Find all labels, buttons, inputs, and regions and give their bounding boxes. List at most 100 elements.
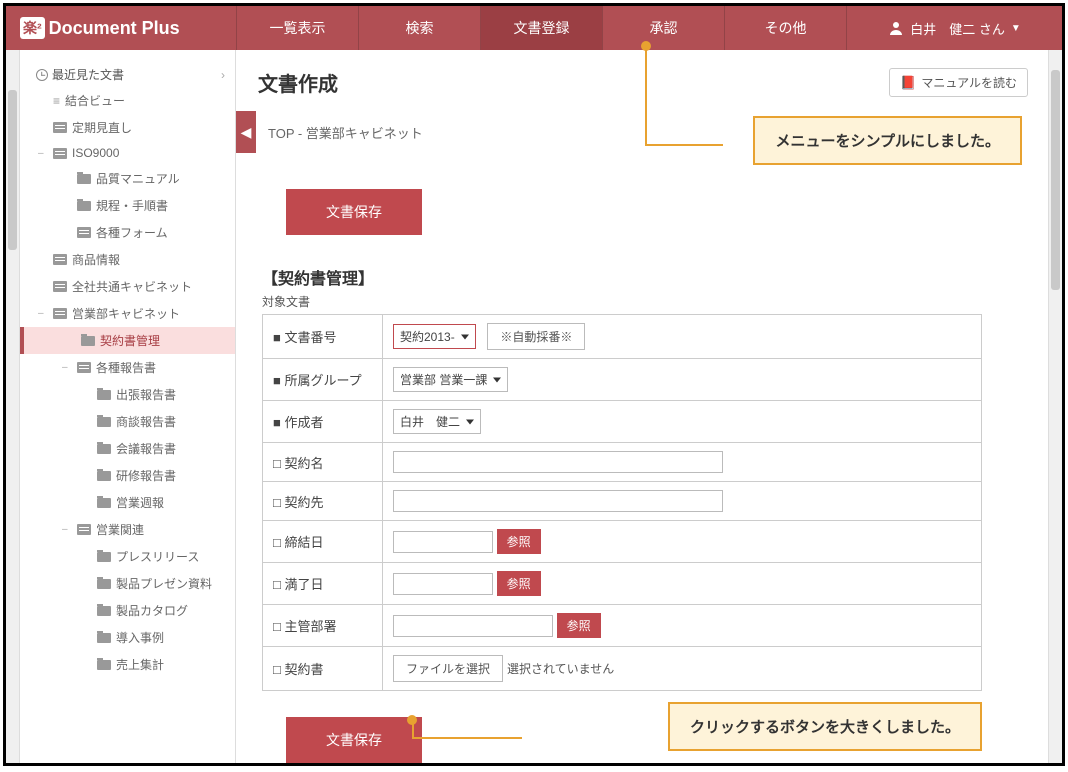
nav-item[interactable]: 承認 (602, 6, 724, 50)
cabinet-icon (77, 524, 91, 535)
tree-item-label: 営業部キャビネット (72, 305, 180, 322)
collapse-sidebar-handle[interactable]: ◀ (236, 111, 256, 153)
read-manual-button[interactable]: 📕 マニュアルを読む (889, 68, 1028, 97)
folder-icon (97, 552, 111, 562)
tree-item-label: 定期見直し (72, 119, 132, 136)
tree-item[interactable]: ≡結合ビュー (20, 87, 235, 114)
main-scrollbar[interactable] (1048, 50, 1062, 763)
tree-item[interactable]: 規程・手順書 (20, 192, 235, 219)
nav-item[interactable]: その他 (724, 6, 846, 50)
tree-item[interactable]: 導入事例 (20, 624, 235, 651)
folder-icon (97, 660, 111, 670)
logo: 楽² Document Plus (6, 6, 236, 50)
folder-icon (97, 633, 111, 643)
tree-item[interactable]: 全社共通キャビネット (20, 273, 235, 300)
tree-item-label: 規程・手順書 (96, 197, 168, 214)
tree-item[interactable]: 契約書管理 (20, 327, 235, 354)
dept-ref-button[interactable]: 参照 (557, 613, 601, 638)
tree-item[interactable]: – 営業部キャビネット (20, 300, 235, 327)
contract-doc-label: □ 契約書 (263, 647, 383, 691)
target-label: 対象文書 (262, 293, 1028, 310)
folder-icon (97, 471, 111, 481)
cabinet-icon (53, 148, 67, 159)
tree-item-label: 研修報告書 (116, 467, 176, 484)
tree-item-label: 売上集計 (116, 656, 164, 673)
contract-name-input[interactable] (393, 451, 723, 473)
tree-item-label: 製品プレゼン資料 (116, 575, 212, 592)
callout-pointer-line (645, 144, 723, 146)
nav-item[interactable]: 文書登録 (480, 6, 602, 50)
signed-date-ref-button[interactable]: 参照 (497, 529, 541, 554)
book-icon: 📕 (900, 75, 916, 91)
tree-item[interactable]: –ISO9000 (20, 141, 235, 165)
signed-date-input[interactable] (393, 531, 493, 553)
tree-item[interactable]: 会議報告書 (20, 435, 235, 462)
expiry-date-input[interactable] (393, 573, 493, 595)
save-document-button-bottom[interactable]: 文書保存 (286, 717, 422, 763)
expand-icon: – (62, 524, 72, 535)
doc-number-select[interactable]: 契約2013- (393, 324, 476, 349)
nav-item[interactable]: 一覧表示 (236, 6, 358, 50)
tree-item[interactable]: 研修報告書 (20, 462, 235, 489)
cabinet-icon (77, 227, 91, 238)
folder-icon (97, 417, 111, 427)
logo-text: Document Plus (49, 18, 180, 39)
file-status: 選択されていません (507, 662, 614, 676)
user-menu[interactable]: 白井 健二 さん ▼ (846, 6, 1062, 50)
logo-mark: 楽² (20, 17, 45, 39)
tree-item[interactable]: 品質マニュアル (20, 165, 235, 192)
page-title: 文書作成 (258, 68, 338, 97)
tree-item[interactable]: 商品情報 (20, 246, 235, 273)
recent-documents-link[interactable]: 最近見た文書 › (20, 62, 235, 87)
tree-item-label: 品質マニュアル (96, 170, 180, 187)
signed-date-label: □ 締結日 (263, 521, 383, 563)
tree-item[interactable]: 営業週報 (20, 489, 235, 516)
sidebar-scrollbar[interactable] (6, 50, 20, 763)
scrollbar-thumb[interactable] (1051, 70, 1060, 290)
tree-item-label: 契約書管理 (100, 332, 160, 349)
folder-icon (77, 201, 91, 211)
tree-item[interactable]: 出張報告書 (20, 381, 235, 408)
scrollbar-thumb[interactable] (8, 90, 17, 250)
folder-icon (81, 336, 95, 346)
sidebar: 最近見た文書 › ≡結合ビュー定期見直し –ISO9000 品質マニュアル規程・手順… (6, 50, 236, 763)
dept-input[interactable] (393, 615, 553, 637)
folder-icon (97, 498, 111, 508)
folder-icon (97, 444, 111, 454)
tree-item[interactable]: –営業関連 (20, 516, 235, 543)
folder-icon (97, 579, 111, 589)
list-icon: ≡ (53, 94, 60, 108)
dropdown-caret-icon: ▼ (1011, 23, 1021, 34)
doc-number-label: ■ 文書番号 (263, 315, 383, 359)
tree-item[interactable]: 定期見直し (20, 114, 235, 141)
tree-item[interactable]: 製品プレゼン資料 (20, 570, 235, 597)
tree-item-label: 商談報告書 (116, 413, 176, 430)
save-document-button[interactable]: 文書保存 (286, 189, 422, 235)
tree-item-label: プレスリリース (116, 548, 199, 565)
expiry-date-ref-button[interactable]: 参照 (497, 571, 541, 596)
contract-name-label: □ 契約名 (263, 443, 383, 482)
callout-pointer-line (645, 46, 647, 146)
tree-item[interactable]: 商談報告書 (20, 408, 235, 435)
author-label: ■ 作成者 (263, 401, 383, 443)
tree-item-label: 営業週報 (116, 494, 164, 511)
cabinet-icon (53, 122, 67, 133)
tree-item[interactable]: 売上集計 (20, 651, 235, 678)
cabinet-icon (53, 281, 67, 292)
choose-file-button[interactable]: ファイルを選択 (393, 655, 503, 682)
expand-icon: – (38, 308, 48, 319)
tree-item-label: 製品カタログ (116, 602, 188, 619)
nav-item[interactable]: 検索 (358, 6, 480, 50)
author-select[interactable]: 白井 健二 (393, 409, 481, 434)
cabinet-icon (53, 308, 67, 319)
clock-icon (36, 69, 48, 81)
callout-pointer-line (412, 737, 522, 739)
tree-item-label: 会議報告書 (116, 440, 176, 457)
group-select[interactable]: 営業部 営業一課 (393, 367, 508, 392)
tree-item[interactable]: 各種フォーム (20, 219, 235, 246)
tree-item[interactable]: プレスリリース (20, 543, 235, 570)
tree-item[interactable]: –各種報告書 (20, 354, 235, 381)
auto-number-button[interactable]: ※自動採番※ (487, 323, 585, 350)
tree-item[interactable]: 製品カタログ (20, 597, 235, 624)
contract-party-input[interactable] (393, 490, 723, 512)
